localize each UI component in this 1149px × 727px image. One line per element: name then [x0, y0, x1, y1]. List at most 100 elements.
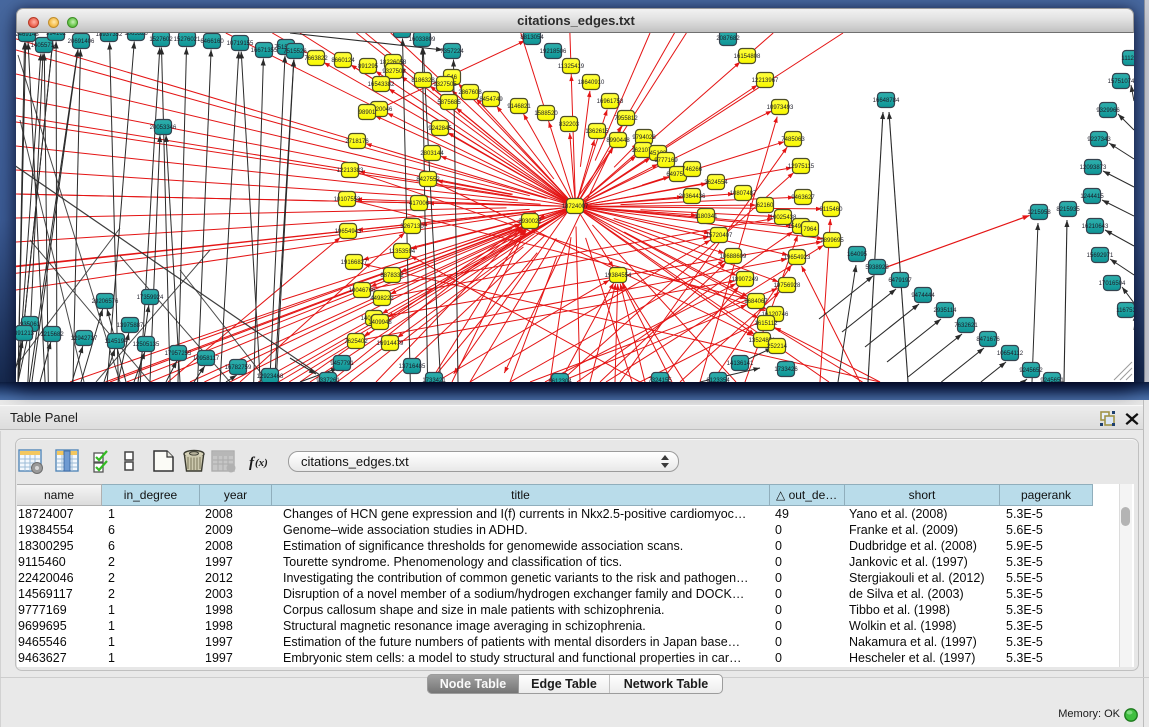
svg-text:1527602: 1527602 [149, 37, 173, 43]
svg-text:16782759: 16782759 [225, 365, 252, 371]
svg-text:3267130: 3267130 [400, 224, 424, 230]
svg-text:9474444: 9474444 [911, 293, 935, 299]
svg-text:8813054: 8813054 [520, 35, 544, 41]
svg-text:12213967: 12213967 [752, 78, 779, 84]
svg-text:(x): (x) [255, 457, 268, 469]
svg-text:7955812: 7955812 [614, 116, 638, 122]
svg-text:9329966: 9329966 [1096, 108, 1120, 114]
svg-text:16154808: 16154808 [734, 54, 761, 60]
svg-text:12942737: 12942737 [71, 336, 98, 342]
svg-text:10973493: 10973493 [767, 105, 794, 111]
svg-text:9146821: 9146821 [507, 104, 531, 110]
svg-text:5875685: 5875685 [437, 100, 461, 106]
svg-text:2718176: 2718176 [345, 139, 369, 145]
svg-text:12213383: 12213383 [337, 168, 364, 174]
svg-text:19384554: 19384554 [605, 273, 632, 279]
svg-text:9463627: 9463627 [791, 195, 815, 201]
svg-text:116753: 116753 [1116, 308, 1134, 314]
svg-text:8612304: 8612304 [548, 379, 572, 382]
svg-text:10654112: 10654112 [997, 351, 1024, 357]
svg-text:16543382: 16543382 [368, 82, 395, 88]
svg-text:1733421: 1733421 [422, 378, 446, 382]
svg-text:9337261: 9337261 [316, 378, 340, 382]
svg-text:10107553: 10107553 [334, 197, 361, 203]
svg-text:391213: 391213 [16, 331, 35, 337]
svg-text:1588520: 1588520 [534, 111, 558, 117]
svg-text:7663822: 7663822 [304, 56, 328, 62]
svg-text:2469148: 2469148 [16, 33, 39, 38]
svg-text:18907249: 18907249 [732, 277, 759, 283]
svg-text:12505135: 12505135 [133, 342, 160, 348]
svg-text:12923468: 12923468 [257, 374, 284, 380]
svg-text:16648784: 16648784 [873, 98, 900, 104]
svg-text:15751074: 15751074 [1108, 79, 1134, 85]
svg-text:9794028: 9794028 [632, 135, 656, 141]
svg-text:3624554: 3624554 [704, 180, 728, 186]
svg-text:832203: 832203 [559, 122, 580, 128]
svg-text:2087682: 2087682 [716, 36, 740, 42]
svg-text:62160: 62160 [757, 203, 774, 209]
svg-text:16961758: 16961758 [597, 99, 624, 105]
svg-text:9245651: 9245651 [1040, 378, 1064, 382]
svg-text:8990448: 8990448 [606, 138, 630, 144]
svg-text:994162: 994162 [46, 33, 67, 37]
svg-text:14136141: 14136141 [727, 361, 754, 367]
svg-text:9115460: 9115460 [820, 207, 844, 213]
svg-text:16914479: 16914479 [377, 341, 404, 347]
svg-text:20206576: 20206576 [92, 299, 119, 305]
svg-text:8471676: 8471676 [976, 337, 1000, 343]
svg-text:746266: 746266 [682, 167, 703, 173]
svg-text:19166827: 19166827 [341, 260, 368, 266]
svg-text:1362615: 1362615 [585, 129, 609, 135]
svg-text:2803144: 2803144 [420, 151, 444, 157]
svg-text:8186328: 8186328 [411, 78, 435, 84]
svg-text:7357224: 7357224 [440, 49, 464, 55]
svg-text:2930027: 2930027 [518, 219, 542, 225]
svg-text:8427552: 8427552 [416, 177, 440, 183]
svg-text:5938928: 5938928 [865, 265, 889, 271]
svg-text:9327503: 9327503 [382, 69, 406, 75]
svg-text:9899695: 9899695 [820, 238, 844, 244]
svg-text:6123354: 6123354 [706, 378, 730, 382]
svg-text:14055714: 14055714 [31, 43, 58, 49]
svg-text:417006: 417006 [409, 201, 430, 207]
svg-text:7632621: 7632621 [954, 323, 978, 329]
svg-text:2867608: 2867608 [458, 90, 482, 96]
svg-text:20053346: 20053346 [150, 125, 177, 131]
svg-text:15692971: 15692971 [1087, 253, 1114, 259]
svg-text:18937352: 18937352 [96, 33, 123, 38]
svg-text:19218506: 19218506 [540, 49, 567, 55]
svg-text:8454749: 8454749 [479, 97, 503, 103]
svg-text:9777169: 9777169 [654, 158, 678, 164]
svg-text:19756928: 19756928 [774, 283, 801, 289]
svg-text:8215935: 8215935 [1056, 207, 1080, 213]
svg-text:19654943: 19654943 [335, 229, 362, 235]
svg-text:9457791: 9457791 [330, 361, 354, 367]
svg-text:2935114: 2935114 [934, 308, 958, 314]
svg-text:20364436: 20364436 [679, 194, 706, 200]
svg-text:1180341: 1180341 [695, 214, 719, 220]
svg-text:7485063: 7485063 [781, 137, 805, 143]
svg-text:17359924: 17359924 [137, 295, 164, 301]
svg-text:1733426: 1733426 [774, 367, 798, 373]
svg-text:1145194: 1145194 [105, 339, 129, 345]
svg-text:891295: 891295 [358, 64, 379, 70]
svg-text:9242845: 9242845 [428, 126, 452, 132]
svg-text:1065326: 1065326 [124, 33, 148, 37]
svg-text:8878332: 8878332 [380, 273, 404, 279]
svg-text:10807487: 10807487 [730, 191, 757, 197]
svg-text:252214: 252214 [767, 344, 788, 350]
svg-text:1093733: 1093733 [390, 33, 414, 34]
svg-text:12975115: 12975115 [788, 164, 815, 170]
svg-text:1244415: 1244415 [1080, 194, 1104, 200]
svg-text:20691406: 20691406 [68, 39, 95, 45]
svg-text:1215682: 1215682 [40, 332, 64, 338]
svg-text:10719155: 10719155 [227, 41, 254, 47]
svg-text:7964: 7964 [803, 227, 817, 233]
svg-text:7625402: 7625402 [344, 339, 368, 345]
svg-text:13716485: 13716485 [399, 364, 426, 370]
svg-text:4498222: 4498222 [370, 296, 394, 302]
svg-text:11325419: 11325419 [558, 64, 585, 70]
svg-text:15276021: 15276021 [174, 37, 201, 43]
svg-text:18724007: 18724007 [562, 204, 589, 210]
